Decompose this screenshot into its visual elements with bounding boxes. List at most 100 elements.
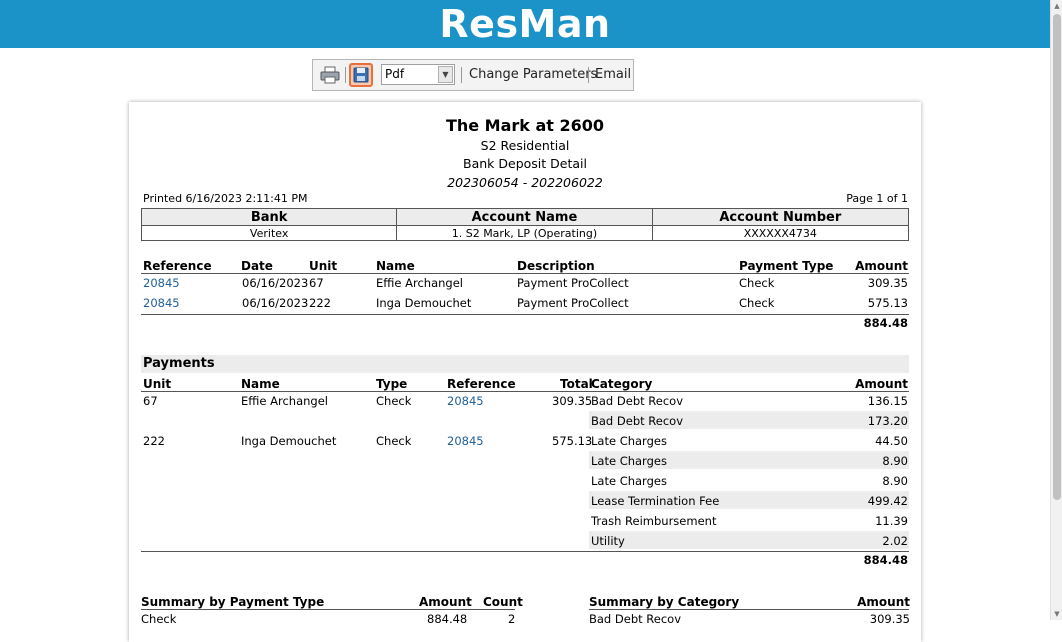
- account-number-value: XXXXXX4734: [651, 225, 910, 241]
- email-link[interactable]: Email: [595, 67, 631, 82]
- page-number: Page 1 of 1: [846, 192, 908, 205]
- top-banner: ResMan: [0, 0, 1050, 48]
- category-cell: Bad Debt Recov: [589, 612, 681, 626]
- col-amount: Amount: [855, 377, 908, 391]
- batch-range: 202306054 - 202206022: [447, 175, 603, 190]
- category-cell: Bad Debt Recov: [591, 414, 683, 428]
- bank-account-table: Bank Account Name Account Number Veritex…: [140, 208, 910, 241]
- report-name: Bank Deposit Detail: [463, 156, 587, 171]
- type-cell: Check: [376, 434, 412, 448]
- payments-section-band: [141, 355, 909, 373]
- reference-link[interactable]: 20845: [447, 394, 484, 408]
- unit-cell: 222: [309, 296, 331, 310]
- row-shade: [589, 531, 909, 549]
- unit-cell: 67: [309, 276, 324, 290]
- summary-payment-type-title: Summary by Payment Type: [141, 595, 325, 609]
- deposit-total: 884.48: [863, 316, 908, 330]
- summary-category-title: Summary by Category: [589, 595, 740, 609]
- col-amount: Amount: [857, 595, 910, 609]
- col-date: Date: [241, 259, 273, 273]
- amount-cell: 2.02: [882, 534, 908, 548]
- account-number-header: Account Number: [651, 208, 910, 226]
- category-cell: Late Charges: [591, 454, 667, 468]
- save-button[interactable]: [349, 63, 373, 87]
- amount-cell: 575.13: [867, 296, 908, 310]
- change-parameters-link[interactable]: Change Parameters: [469, 67, 597, 82]
- col-reference: Reference: [447, 377, 516, 391]
- reference-link[interactable]: 20845: [143, 296, 180, 310]
- property-name: The Mark at 2600: [445, 116, 605, 135]
- divider: [141, 551, 909, 552]
- amount-cell: 8.90: [882, 454, 908, 468]
- unit-cell: 222: [143, 434, 165, 448]
- report-page: The Mark at 2600 S2 Residential Bank Dep…: [129, 102, 921, 642]
- toolbar-divider: [588, 67, 589, 83]
- name-cell: Effie Archangel: [241, 394, 328, 408]
- col-total: Total: [560, 377, 593, 391]
- total-cell: 309.35: [552, 394, 593, 408]
- name-cell: Inga Demouchet: [376, 296, 472, 310]
- scroll-thumb[interactable]: [1053, 14, 1061, 500]
- col-count: Count: [483, 595, 523, 609]
- col-unit: Unit: [309, 259, 338, 273]
- payments-section-title: Payments: [143, 356, 215, 371]
- col-reference: Reference: [143, 259, 212, 273]
- amount-cell: 136.15: [867, 394, 908, 408]
- name-cell: Effie Archangel: [376, 276, 463, 290]
- category-cell: Trash Reimbursement: [591, 514, 717, 528]
- divider: [141, 273, 909, 274]
- payment-type-cell: Check: [739, 276, 775, 290]
- printer-icon[interactable]: [319, 66, 341, 84]
- reference-link[interactable]: 20845: [447, 434, 484, 448]
- export-format-select[interactable]: Pdf ▼: [381, 64, 455, 85]
- category-cell: Lease Termination Fee: [591, 494, 720, 508]
- divider: [141, 314, 909, 315]
- amount-cell: 173.20: [867, 414, 908, 428]
- vertical-scrollbar[interactable]: ▲ ▼: [1050, 0, 1062, 620]
- toolbar-divider: [461, 67, 462, 83]
- amount-cell: 8.90: [882, 474, 908, 488]
- category-cell: Late Charges: [591, 474, 667, 488]
- printed-timestamp: Printed 6/16/2023 2:11:41 PM: [143, 192, 308, 205]
- report-toolbar: Pdf ▼ Change Parameters Email: [312, 59, 634, 91]
- col-amount: Amount: [419, 595, 472, 609]
- col-name: Name: [241, 377, 280, 391]
- date-cell: 06/16/2023: [242, 296, 309, 310]
- resman-logo: ResMan: [439, 2, 611, 46]
- amount-cell: 309.35: [869, 612, 910, 626]
- scroll-down-arrow-icon[interactable]: ▼: [1051, 608, 1062, 620]
- payment-type-cell: Check: [141, 612, 177, 626]
- total-cell: 575.13: [552, 434, 593, 448]
- payment-type-cell: Check: [739, 296, 775, 310]
- unit-cell: 67: [143, 394, 158, 408]
- category-cell: Bad Debt Recov: [591, 394, 683, 408]
- type-cell: Check: [376, 394, 412, 408]
- description-cell: Payment ProCollect: [517, 276, 629, 290]
- category-cell: Utility: [591, 534, 625, 548]
- scroll-up-arrow-icon[interactable]: ▲: [1051, 0, 1062, 12]
- col-unit: Unit: [143, 377, 172, 391]
- account-name-header: Account Name: [396, 208, 653, 226]
- col-name: Name: [376, 259, 415, 273]
- description-cell: Payment ProCollect: [517, 296, 629, 310]
- chevron-down-icon[interactable]: ▼: [438, 66, 453, 83]
- floppy-disk-icon: [353, 67, 369, 83]
- col-payment-type: Payment Type: [739, 259, 834, 273]
- amount-cell: 309.35: [867, 276, 908, 290]
- toolbar-divider: [345, 67, 346, 83]
- col-description: Description: [517, 259, 595, 273]
- col-category: Category: [591, 377, 653, 391]
- export-format-value: Pdf: [385, 67, 405, 81]
- reference-link[interactable]: 20845: [143, 276, 180, 290]
- bank-value: Veritex: [140, 225, 398, 241]
- col-amount: Amount: [855, 259, 908, 273]
- amount-cell: 884.48: [427, 612, 468, 626]
- company-name: S2 Residential: [480, 138, 570, 153]
- col-type: Type: [376, 377, 408, 391]
- divider: [141, 609, 515, 610]
- divider: [141, 391, 909, 392]
- amount-cell: 44.50: [875, 434, 908, 448]
- bank-header: Bank: [140, 208, 398, 226]
- count-cell: 2: [508, 612, 516, 626]
- category-cell: Late Charges: [591, 434, 667, 448]
